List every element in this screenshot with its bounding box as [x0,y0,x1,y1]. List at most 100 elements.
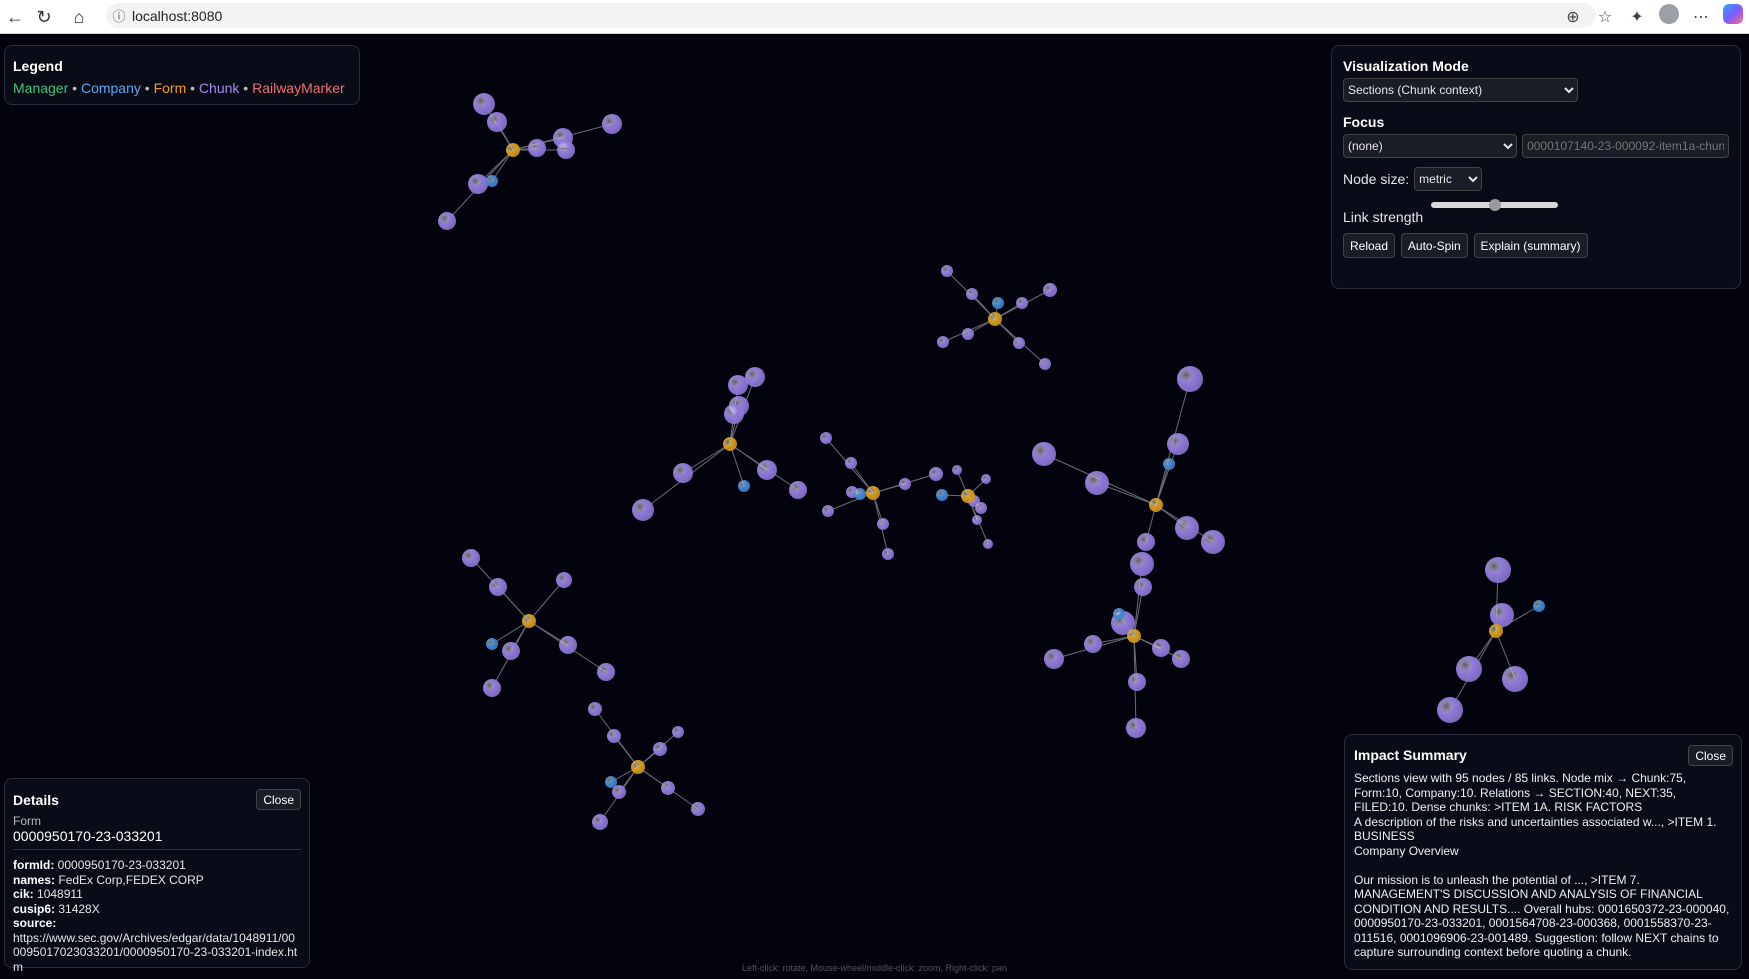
chunk-node[interactable] [975,502,987,514]
chunk-node[interactable] [438,212,456,230]
company-node[interactable] [992,297,1004,309]
node-size-select[interactable]: metric [1414,167,1483,191]
chunk-node[interactable] [502,642,520,660]
copilot-icon[interactable] [1717,4,1749,29]
slider-thumb[interactable] [1489,199,1501,211]
form-node[interactable] [631,760,645,774]
chunk-node[interactable] [1502,666,1528,692]
chunk-node[interactable] [483,679,501,697]
home-icon[interactable]: ⌂ [64,2,94,32]
chunk-node[interactable] [789,481,807,499]
details-close-button[interactable]: Close [256,789,301,810]
explain-summary-button[interactable]: Explain (summary) [1473,233,1588,258]
chunk-node[interactable] [1126,718,1146,738]
chunk-node[interactable] [1044,649,1064,669]
chunk-node[interactable] [1172,650,1190,668]
chunk-node[interactable] [937,336,949,348]
chunk-node[interactable] [473,93,495,115]
chunk-node[interactable] [929,467,943,481]
chunk-node[interactable] [882,548,894,560]
zoom-icon[interactable]: ⊕ [1557,7,1589,27]
chunk-node[interactable] [1130,552,1154,576]
chunk-node[interactable] [489,578,507,596]
chunk-node[interactable] [728,375,748,395]
chunk-node[interactable] [1085,471,1109,495]
chunk-node[interactable] [1201,530,1225,554]
company-node[interactable] [738,480,750,492]
chunk-node[interactable] [607,729,621,743]
company-node[interactable] [1163,458,1175,470]
favorite-star-icon[interactable]: ☆ [1589,7,1621,27]
chunk-node[interactable] [597,663,615,681]
chunk-node[interactable] [983,539,993,549]
chunk-node[interactable] [1137,533,1155,551]
favorites-icon[interactable]: ✦ [1621,7,1653,27]
company-node[interactable] [1533,600,1545,612]
focus-select[interactable]: (none) [1343,134,1518,158]
company-node[interactable] [486,175,498,187]
chunk-node[interactable] [952,465,962,475]
chunk-node[interactable] [557,141,575,159]
chunk-node[interactable] [941,265,953,277]
company-node[interactable] [936,489,948,501]
company-node[interactable] [486,638,498,650]
reload-button[interactable]: Reload [1343,233,1396,258]
chunk-node[interactable] [673,463,693,483]
chunk-node[interactable] [822,505,834,517]
form-node[interactable] [961,489,975,503]
chunk-node[interactable] [962,328,974,340]
profile-icon[interactable] [1653,4,1685,29]
chunk-node[interactable] [528,139,546,157]
more-menu-icon[interactable]: ⋯ [1685,7,1717,27]
chunk-node[interactable] [877,518,889,530]
site-info-icon[interactable]: ⓘ [106,6,132,25]
focus-id-input[interactable] [1522,134,1729,158]
chunk-node[interactable] [1013,337,1025,349]
chunk-node[interactable] [559,636,577,654]
form-node[interactable] [506,143,520,157]
chunk-node[interactable] [966,288,978,300]
chunk-node[interactable] [820,432,832,444]
form-node[interactable] [1127,629,1141,643]
chunk-node[interactable] [462,549,480,567]
form-node[interactable] [1489,624,1503,638]
chunk-node[interactable] [745,367,765,387]
chunk-node[interactable] [1039,358,1051,370]
form-node[interactable] [988,312,1002,326]
form-node[interactable] [1149,498,1163,512]
chunk-node[interactable] [653,742,667,756]
auto-spin-button[interactable]: Auto-Spin [1400,233,1468,258]
company-node[interactable] [1113,608,1125,620]
address-bar[interactable]: ⓘ localhost:8080 [106,3,1596,28]
chunk-node[interactable] [556,572,572,588]
chunk-node[interactable] [1175,516,1199,540]
chunk-node[interactable] [981,474,991,484]
chunk-node[interactable] [1134,578,1152,596]
chunk-node[interactable] [661,781,675,795]
viz-mode-select[interactable]: Sections (Chunk context) [1343,78,1578,102]
chunk-node[interactable] [1084,635,1102,653]
chunk-node[interactable] [588,702,602,716]
chunk-node[interactable] [1167,433,1189,455]
chunk-node[interactable] [672,726,684,738]
chunk-node[interactable] [1177,366,1203,392]
refresh-icon[interactable]: ↻ [29,2,59,32]
chunk-node[interactable] [1043,283,1057,297]
url-text[interactable]: localhost:8080 [132,8,222,24]
chunk-node[interactable] [972,515,982,525]
chunk-node[interactable] [632,499,654,521]
chunk-node[interactable] [1456,656,1482,682]
chunk-node[interactable] [1152,639,1170,657]
chunk-node[interactable] [1490,603,1514,627]
impact-close-button[interactable]: Close [1688,745,1733,766]
chunk-node[interactable] [1437,697,1463,723]
chunk-node[interactable] [899,478,911,490]
chunk-node[interactable] [1128,673,1146,691]
chunk-node[interactable] [1485,557,1511,583]
form-node[interactable] [866,486,880,500]
chunk-node[interactable] [602,114,622,134]
chunk-node[interactable] [757,460,777,480]
company-node[interactable] [854,488,866,500]
chunk-node[interactable] [691,802,705,816]
chunk-node[interactable] [845,457,857,469]
